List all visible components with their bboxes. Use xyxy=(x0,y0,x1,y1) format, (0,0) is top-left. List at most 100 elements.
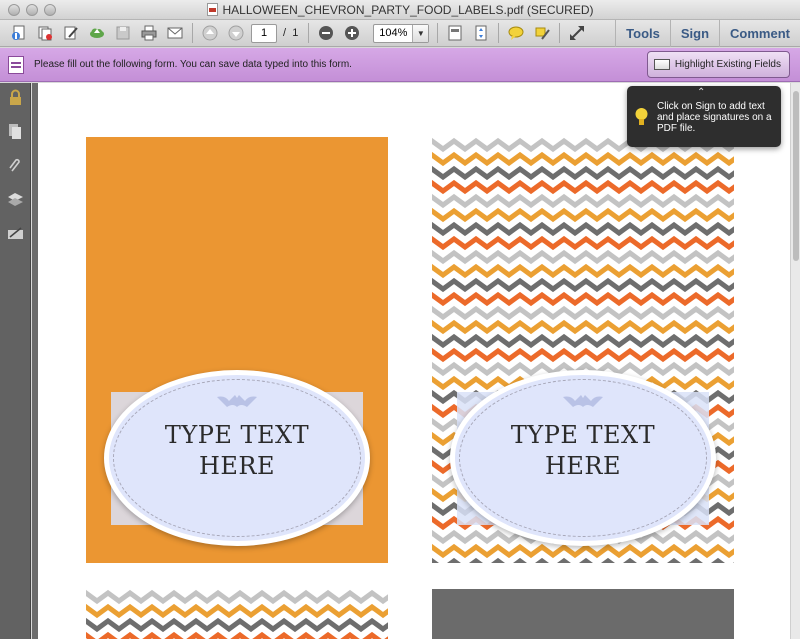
scroll-mode-icon xyxy=(475,25,487,41)
chevron-stripe xyxy=(432,221,734,237)
page-thumbnails-icon[interactable] xyxy=(7,123,24,140)
scrollbar-thumb[interactable] xyxy=(793,91,799,261)
edit-document-icon xyxy=(64,26,78,40)
task-pane-tabs: Tools Sign Comment xyxy=(615,20,800,47)
vertical-scrollbar[interactable] xyxy=(790,83,800,639)
form-icon xyxy=(8,55,24,74)
next-page-button[interactable] xyxy=(225,23,247,43)
chevron-stripe xyxy=(432,347,734,363)
create-pdf-icon xyxy=(12,25,25,40)
toolbar-separator xyxy=(192,23,193,43)
lock-icon[interactable] xyxy=(7,89,24,106)
envelope-icon xyxy=(167,27,183,39)
signature-panel-icon[interactable] xyxy=(7,225,24,242)
save-button[interactable] xyxy=(112,23,134,43)
zoom-in-button[interactable] xyxy=(341,23,363,43)
label-text-field[interactable] xyxy=(457,392,709,525)
sign-tab[interactable]: Sign xyxy=(669,20,719,47)
close-window-button[interactable] xyxy=(8,4,20,16)
chevron-stripe xyxy=(432,193,734,209)
chevron-stripe xyxy=(432,207,734,223)
scroll-mode-button[interactable] xyxy=(470,23,492,43)
tools-tab[interactable]: Tools xyxy=(615,20,670,47)
minus-circle-icon xyxy=(319,26,334,40)
sign-tooltip: ⌃ Click on Sign to add text and place si… xyxy=(627,86,781,147)
acrobat-window: HALLOWEEN_CHEVRON_PARTY_FOOD_LABELS.pdf … xyxy=(0,0,800,639)
highlight-fields-label: Highlight Existing Fields xyxy=(674,59,781,70)
print-button[interactable] xyxy=(138,23,160,43)
toolbar-separator xyxy=(559,23,561,43)
food-label-orange: TYPE TEXT HERE xyxy=(86,137,388,563)
floppy-disk-icon xyxy=(116,26,130,40)
combine-files-icon xyxy=(38,26,52,41)
chevron-up-icon[interactable]: ⌃ xyxy=(697,87,705,98)
navigation-panel xyxy=(0,83,31,639)
fit-page-button[interactable] xyxy=(444,23,466,43)
title-bar: HALLOWEEN_CHEVRON_PARTY_FOOD_LABELS.pdf … xyxy=(0,0,800,20)
highlight-fields-icon xyxy=(653,59,670,70)
arrow-down-circle-icon xyxy=(228,25,244,41)
chevron-stripe xyxy=(432,319,734,335)
food-label-chevron-bottom xyxy=(86,589,388,639)
highlight-text-button[interactable] xyxy=(531,23,553,43)
window-title-group: HALLOWEEN_CHEVRON_PARTY_FOOD_LABELS.pdf … xyxy=(206,2,594,17)
lightbulb-icon xyxy=(635,108,648,125)
chevron-stripe xyxy=(432,249,734,265)
toolbar-separator xyxy=(498,23,500,43)
email-button[interactable] xyxy=(164,23,186,43)
pdf-page: TYPE TEXT HERE TYPE TEXT HERE xyxy=(38,83,790,639)
zoom-out-button[interactable] xyxy=(315,23,337,43)
cloud-upload-icon xyxy=(90,28,104,38)
highlight-fields-button[interactable]: Highlight Existing Fields xyxy=(646,51,790,78)
chevron-stripe xyxy=(432,165,734,181)
toolbar: 1 / 1 104% ▼ Tools Sign Comment xyxy=(0,20,800,47)
upload-cloud-button[interactable] xyxy=(86,23,108,43)
food-label-gray xyxy=(432,589,734,639)
toolbar-separator xyxy=(308,23,310,43)
full-screen-button[interactable] xyxy=(566,23,588,43)
chevron-stripe xyxy=(86,631,388,639)
page-separator: / xyxy=(283,27,287,39)
page-number-input[interactable]: 1 xyxy=(251,23,277,43)
minimize-window-button[interactable] xyxy=(26,4,38,16)
document-viewport[interactable]: TYPE TEXT HERE TYPE TEXT HERE xyxy=(32,83,800,639)
food-label-chevron: TYPE TEXT HERE xyxy=(432,137,734,563)
form-message: Please fill out the following form. You … xyxy=(34,59,352,70)
edit-document-button[interactable] xyxy=(60,23,82,43)
chevron-stripe xyxy=(432,151,734,167)
chevron-stripe xyxy=(86,617,388,633)
chevron-stripe xyxy=(432,557,734,563)
label-text-field[interactable] xyxy=(111,392,363,525)
chevron-stripe xyxy=(432,277,734,293)
arrow-up-circle-icon xyxy=(202,25,218,41)
tooltip-text: Click on Sign to add text and place sign… xyxy=(657,101,772,134)
form-notification-bar: Please fill out the following form. You … xyxy=(0,48,800,82)
chevron-down-icon[interactable]: ▼ xyxy=(412,24,429,42)
chevron-stripe xyxy=(432,333,734,349)
zoom-select[interactable]: 104% ▼ xyxy=(373,23,430,43)
previous-page-button[interactable] xyxy=(199,23,221,43)
pdf-document-icon xyxy=(206,3,218,16)
create-pdf-button[interactable] xyxy=(8,23,30,43)
highlighter-icon xyxy=(535,27,551,40)
fit-page-icon xyxy=(448,25,462,41)
page-total: / 1 xyxy=(283,27,298,39)
toolbar-separator xyxy=(437,23,439,43)
chevron-stripe xyxy=(432,305,734,321)
layers-icon[interactable] xyxy=(7,191,24,208)
paperclip-icon[interactable] xyxy=(7,157,24,174)
combine-files-button[interactable] xyxy=(34,23,56,43)
add-comment-button[interactable] xyxy=(505,23,527,43)
page-total-value: 1 xyxy=(292,27,299,39)
chevron-stripe xyxy=(432,543,734,559)
chevron-stripe xyxy=(86,603,388,619)
printer-icon xyxy=(141,25,157,41)
chevron-stripe xyxy=(86,589,388,605)
chevron-stripe xyxy=(432,235,734,251)
window-controls xyxy=(8,4,56,16)
zoom-window-button[interactable] xyxy=(44,4,56,16)
speech-bubble-icon xyxy=(508,26,524,40)
comment-tab[interactable]: Comment xyxy=(719,20,800,47)
window-title: HALLOWEEN_CHEVRON_PARTY_FOOD_LABELS.pdf … xyxy=(222,2,594,17)
chevron-stripe xyxy=(432,291,734,307)
